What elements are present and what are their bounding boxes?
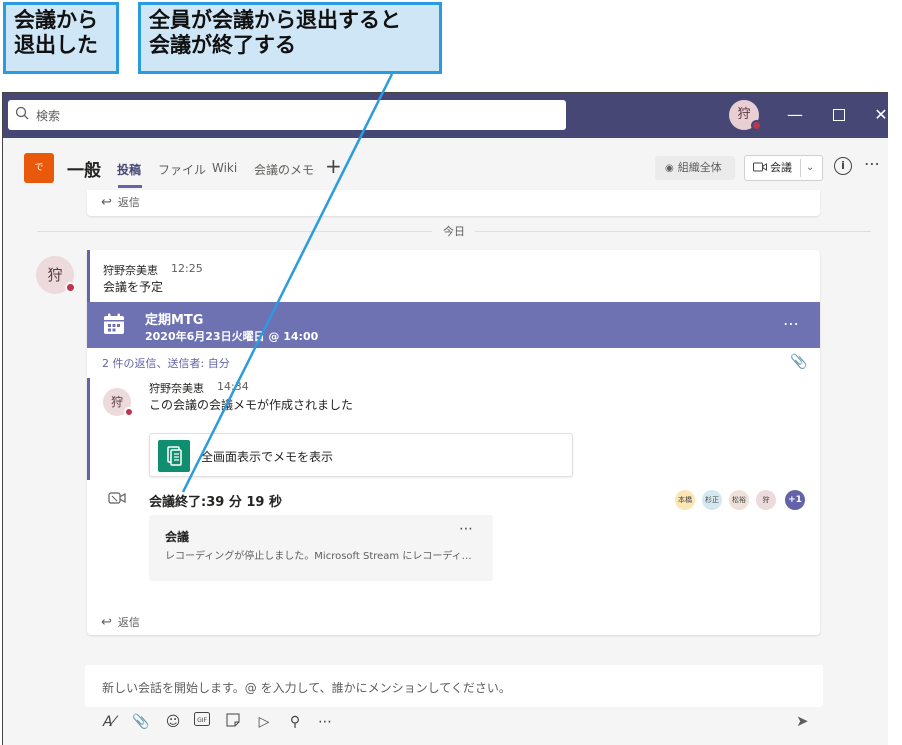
- reply-label: 返信: [117, 616, 140, 629]
- post-accent-bar: [87, 250, 90, 302]
- reply-author-avatar[interactable]: 狩: [103, 388, 134, 417]
- participant-avatar[interactable]: 本橋: [675, 490, 695, 510]
- search-icon: [15, 106, 29, 120]
- meet-now-label: 会議: [770, 161, 792, 174]
- maximize-button[interactable]: [827, 103, 851, 127]
- reply-arrow-icon: ↩: [101, 195, 112, 210]
- maximize-icon: [833, 109, 845, 121]
- search-box[interactable]: 検索: [8, 100, 566, 130]
- praise-icon[interactable]: ⚲: [285, 712, 305, 732]
- post-author-name[interactable]: 狩野奈美恵: [103, 262, 158, 278]
- tab-wiki[interactable]: Wiki: [212, 161, 237, 175]
- post-avatar-initial: 狩: [47, 266, 63, 284]
- teams-window: 検索 狩 — ✕ で 一般 投稿 ファイル Wiki 会議のメモ + ◉ 組織全体…: [2, 92, 888, 745]
- status-busy-dot: [124, 407, 134, 417]
- meeting-notes-link: 全画面表示でメモを表示: [201, 450, 334, 464]
- participant-avatar[interactable]: 杉正: [702, 490, 722, 510]
- attach-icon[interactable]: 📎: [131, 712, 151, 732]
- user-avatar[interactable]: 狩: [729, 100, 762, 131]
- participant-avatar[interactable]: 松裕: [729, 490, 749, 510]
- calendar-icon: [104, 313, 124, 334]
- meeting-more-icon[interactable]: ⋯: [783, 314, 800, 333]
- meeting-banner[interactable]: 定期MTG 2020年6月23日火曜日 @ 14:00 ⋯: [87, 302, 820, 348]
- tab-files[interactable]: ファイル: [158, 161, 206, 178]
- compose-placeholder: 新しい会話を開始します。@ を入力して、誰かにメンションしてください。: [102, 681, 511, 695]
- replies-summary[interactable]: 2 件の返信、送信者: 自分: [102, 355, 230, 371]
- callout-right-meeting-ends: 全員が会議から退出すると 会議が終了する: [138, 2, 442, 74]
- callout-left-meeting-left: 会議から 退出した: [3, 2, 119, 74]
- compose-box[interactable]: 新しい会話を開始します。@ を入力して、誰かにメンションしてください。: [85, 665, 823, 707]
- reply-author-name[interactable]: 狩野奈美恵: [149, 380, 204, 396]
- sticker-icon[interactable]: [223, 712, 243, 732]
- reply-arrow-icon: ↩: [101, 615, 112, 630]
- gif-glyph: GIF: [194, 712, 210, 726]
- post-body: 会議を予定: [103, 280, 164, 294]
- meeting-post-card: 狩野奈美恵 12:25 会議を予定 定期MTG 2020年6月23日火曜日 @ …: [87, 250, 820, 635]
- add-tab-button[interactable]: +: [325, 154, 342, 178]
- recording-more-icon[interactable]: ⋯: [459, 521, 474, 537]
- divider-line-right: [475, 231, 871, 232]
- reply-accent-bar: [87, 378, 90, 480]
- emoji-icon[interactable]: ☺: [163, 712, 183, 732]
- search-placeholder: 検索: [36, 109, 61, 123]
- divider-line-left: [37, 231, 432, 232]
- post-author-avatar[interactable]: 狩: [36, 256, 76, 294]
- sticker-glyph: [226, 713, 240, 727]
- more-participants-badge[interactable]: +1: [785, 490, 805, 510]
- chevron-down-icon[interactable]: ⌄: [806, 156, 814, 180]
- callout-left-line1: 会議から: [14, 8, 98, 32]
- reply-link[interactable]: ↩ 返信: [101, 614, 140, 630]
- more-options-icon[interactable]: ⋯: [864, 154, 881, 173]
- gif-icon[interactable]: GIF: [192, 712, 212, 732]
- svg-text:GIF: GIF: [197, 717, 207, 724]
- tab-posts[interactable]: 投稿: [117, 161, 141, 178]
- paperclip-icon[interactable]: 📎: [790, 354, 807, 370]
- reply-label: 返信: [117, 196, 140, 209]
- user-avatar-initial: 狩: [737, 107, 751, 122]
- date-divider: 今日: [37, 223, 871, 239]
- channel-header: で 一般 投稿 ファイル Wiki 会議のメモ + ◉ 組織全体 会議 ⌄ i ⋯: [3, 138, 888, 190]
- meeting-title: 定期MTG: [145, 313, 204, 328]
- button-divider: [800, 159, 801, 177]
- tab-meeting-notes[interactable]: 会議のメモ: [254, 161, 314, 178]
- info-icon[interactable]: i: [834, 157, 852, 175]
- callout-left-line2: 退出した: [14, 33, 98, 57]
- close-button[interactable]: ✕: [869, 103, 888, 127]
- reply-body: この会議の会議メモが作成されました: [149, 398, 354, 412]
- callout-right-line1: 全員が会議から退出すると: [149, 8, 401, 32]
- recording-card[interactable]: 会議 レコーディングが停止しました。Microsoft Stream にレコーデ…: [149, 515, 493, 581]
- active-tab-underline: [118, 185, 142, 188]
- format-icon[interactable]: A⁄: [99, 712, 119, 732]
- meeting-ended-icon: [108, 492, 126, 504]
- notes-document-icon: [167, 446, 182, 466]
- participant-avatar[interactable]: 狩: [756, 490, 776, 510]
- video-camera-icon: [753, 162, 767, 172]
- title-bar: 検索 狩 — ✕: [3, 93, 888, 138]
- status-busy-dot: [65, 282, 76, 293]
- send-icon[interactable]: ➤: [796, 712, 809, 730]
- recording-description: レコーディングが停止しました。Microsoft Stream にレコーディング…: [165, 551, 477, 562]
- more-actions-icon[interactable]: ⋯: [315, 712, 335, 732]
- meeting-notes-card[interactable]: 全画面表示でメモを表示: [149, 433, 573, 477]
- org-wide-label: 組織全体: [677, 161, 722, 174]
- recording-title: 会議: [165, 530, 190, 544]
- callout-right-line2: 会議が終了する: [149, 33, 296, 57]
- meet-now-button[interactable]: 会議 ⌄: [744, 155, 823, 181]
- status-busy-dot: [751, 120, 762, 131]
- meeting-ended-text: 会議終了:39 分 19 秒: [149, 495, 282, 510]
- reply-time: 14:34: [217, 380, 249, 393]
- reply-avatar-initial: 狩: [110, 395, 123, 409]
- date-divider-label: 今日: [443, 225, 465, 238]
- previous-post-card: ↩ 返信: [87, 190, 820, 216]
- team-avatar[interactable]: で: [24, 153, 54, 183]
- minimize-button[interactable]: —: [783, 103, 807, 127]
- meeting-datetime: 2020年6月23日火曜日 @ 14:00: [145, 330, 319, 343]
- meeting-notes-icon: [158, 440, 190, 472]
- reply-link[interactable]: ↩ 返信: [101, 194, 140, 210]
- org-wide-button[interactable]: ◉ 組織全体: [655, 156, 735, 180]
- post-time: 12:25: [171, 262, 203, 275]
- meet-now-compose-icon[interactable]: ▷: [254, 712, 274, 732]
- eye-icon: ◉: [665, 163, 674, 174]
- channel-name: 一般: [67, 161, 101, 181]
